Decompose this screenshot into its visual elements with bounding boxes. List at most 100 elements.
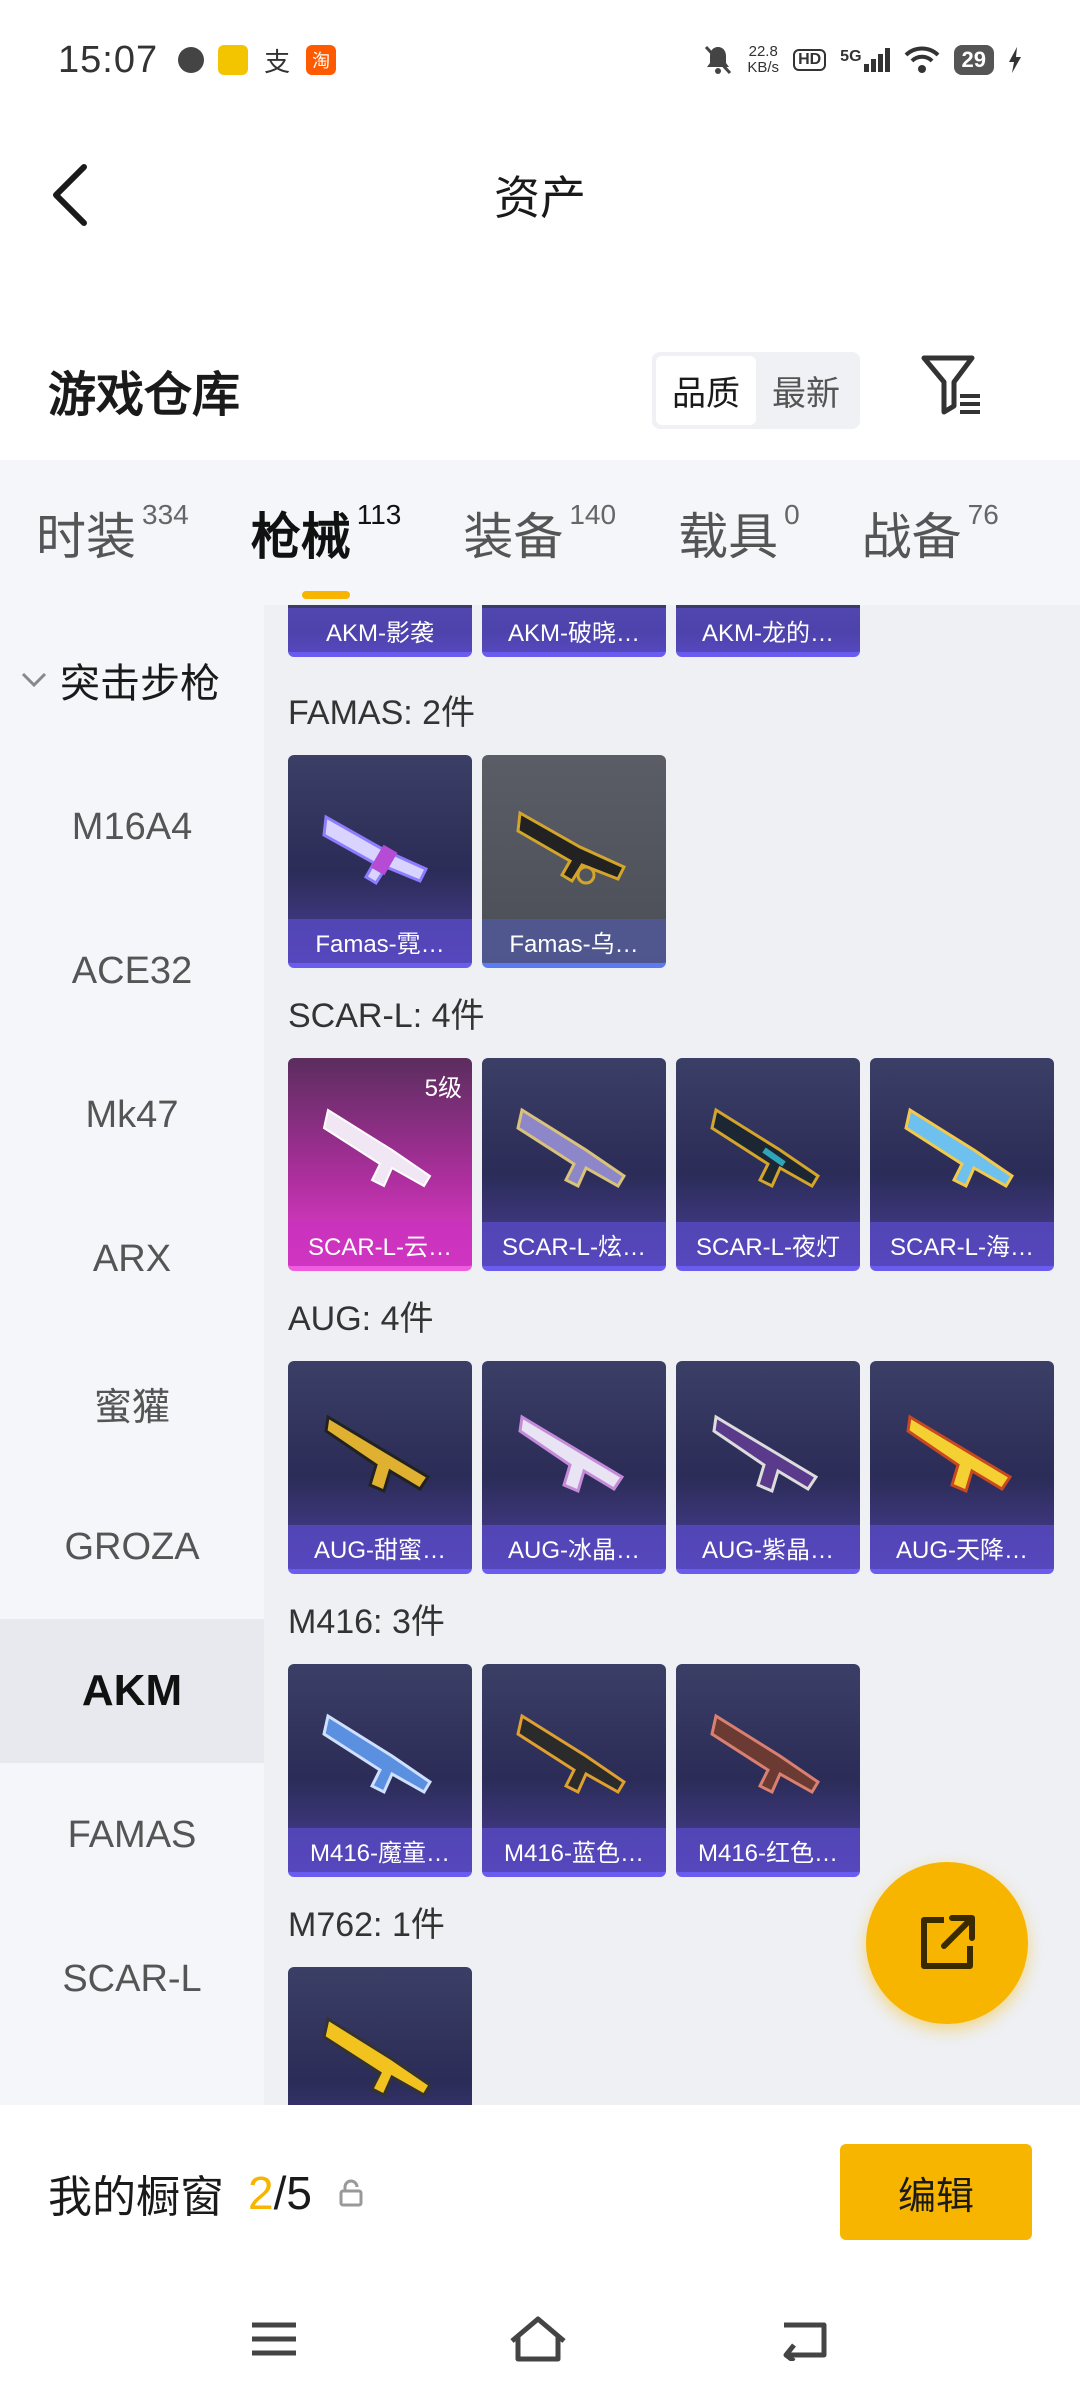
card-label: M416-蓝色… — [482, 1828, 666, 1872]
tab-equipment[interactable]: 装备 140 — [463, 497, 616, 569]
wallet-app-icon — [218, 45, 249, 75]
weapon-card[interactable]: M416-红色… — [676, 1664, 860, 1877]
tab-label: 载具 — [678, 508, 779, 565]
msg-app-icon — [178, 47, 205, 73]
tab-label: 时装 — [36, 508, 136, 565]
sidebar-group-assault-rifles[interactable]: 突击步枪 — [0, 605, 264, 755]
gun-icon — [906, 1414, 1013, 1494]
group-title-m416: M416: 3件 — [288, 1603, 445, 1641]
sort-toggle: 品质 最新 — [652, 352, 860, 429]
sidebar-item-honey-badger[interactable]: 蜜獾 — [0, 1331, 264, 1475]
weapon-card[interactable]: 5级 SCAR-L-云… — [288, 1058, 472, 1271]
charging-icon — [1009, 47, 1021, 73]
tab-fashion[interactable]: 时装 334 — [36, 497, 189, 569]
tab-count: 0 — [784, 498, 800, 530]
tab-battle-gear[interactable]: 战备 76 — [862, 497, 999, 569]
tab-firearms[interactable]: 枪械 113 — [251, 497, 402, 599]
lock-icon — [339, 2179, 363, 2207]
gun-icon — [516, 810, 627, 885]
sort-quality-option[interactable]: 品质 — [656, 356, 756, 425]
gun-icon — [322, 814, 429, 886]
card-label: AKM-龙的… — [676, 608, 860, 652]
card-label: Famas-乌… — [482, 919, 666, 963]
gun-icon — [710, 1107, 821, 1189]
weapon-card[interactable]: AUG-甜蜜… — [288, 1361, 472, 1574]
warehouse-header: 游戏仓库 品质 最新 — [0, 320, 1080, 460]
gun-icon — [324, 1414, 431, 1494]
showcase-current: 2 — [248, 2167, 274, 2219]
weapon-card[interactable]: SCAR-L-夜灯 — [676, 1058, 860, 1271]
card-label: Famas-霓… — [288, 919, 472, 963]
card-label: AUG-甜蜜… — [288, 1525, 472, 1569]
status-time: 15:07 — [58, 38, 159, 81]
sidebar-item-arx[interactable]: ARX — [0, 1187, 264, 1331]
cards-famas: Famas-霓… Famas-乌… — [288, 755, 666, 968]
back-arrow-icon — [53, 164, 87, 226]
share-fab-button[interactable] — [866, 1862, 1028, 2024]
filter-button[interactable] — [918, 350, 988, 420]
back-button[interactable] — [40, 155, 100, 235]
card-label: SCAR-L-炫… — [482, 1222, 666, 1266]
gun-icon — [322, 2016, 433, 2098]
gun-icon — [712, 1414, 819, 1494]
weapon-card[interactable]: Famas-霓… — [288, 755, 472, 968]
weapon-card[interactable]: M416-魔童… — [288, 1664, 472, 1877]
sidebar-item-m16a4[interactable]: M16A4 — [0, 755, 264, 899]
weapon-card[interactable]: M416-蓝色… — [482, 1664, 666, 1877]
weapon-card[interactable]: Famas-乌… — [482, 755, 666, 968]
tab-label: 战备 — [861, 508, 962, 565]
card-label: M416-魔童… — [288, 1828, 472, 1872]
system-nav-bar — [0, 2278, 1080, 2400]
weapon-card[interactable]: AUG-紫晶… — [676, 1361, 860, 1574]
tab-count: 76 — [967, 498, 999, 530]
weapon-card[interactable]: SCAR-L-炫… — [482, 1058, 666, 1271]
sort-newest-option[interactable]: 最新 — [756, 356, 856, 425]
sidebar-group-label: 突击步枪 — [60, 662, 220, 706]
weapon-card[interactable] — [288, 1967, 472, 2105]
cards-m762 — [288, 1967, 472, 2105]
weapon-card[interactable]: AUG-天降… — [870, 1361, 1054, 1574]
card-label: AKM-破晓… — [482, 608, 666, 652]
showcase-count: 2/5 — [248, 2166, 312, 2220]
card-label: AKM-影袭 — [288, 608, 472, 652]
card-label: AUG-天降… — [870, 1525, 1054, 1569]
showcase-bar: 我的橱窗 2/5 编辑 — [0, 2108, 1080, 2278]
net-speed-unit: KB/s — [747, 59, 780, 76]
status-bar: 15:07 支 淘 22.8 KB/s HD 5G 29 — [0, 0, 1080, 120]
sidebar-item-akm[interactable]: AKM — [0, 1619, 264, 1763]
edit-button[interactable]: 编辑 — [840, 2144, 1032, 2240]
weapon-card[interactable]: SCAR-L-海… — [870, 1058, 1054, 1271]
gun-icon — [518, 1414, 625, 1494]
net-speed: 22.8 KB/s — [747, 44, 779, 76]
tab-count: 140 — [569, 498, 617, 530]
group-title-famas: FAMAS: 2件 — [288, 694, 476, 732]
tab-count: 113 — [356, 498, 402, 530]
share-external-icon — [921, 1915, 975, 1969]
weapon-card[interactable]: AKM-影袭 — [288, 605, 472, 657]
tab-active-indicator — [302, 590, 351, 599]
sidebar-item-ace32[interactable]: ACE32 — [0, 899, 264, 1043]
back-nav-icon[interactable] — [778, 2317, 830, 2361]
weapon-card[interactable]: AKM-龙的… — [676, 605, 860, 657]
cards-m416: M416-魔童… M416-蓝色… M416-红色… — [288, 1664, 860, 1877]
sidebar-item-scar-l[interactable]: SCAR-L — [0, 1907, 264, 2051]
cards-scar-l: 5级 SCAR-L-云… SCAR-L-炫… SCAR-L-夜灯 SCAR-L-… — [288, 1058, 1054, 1271]
weapon-card[interactable]: AKM-破晓… — [482, 605, 666, 657]
cards-aug: AUG-甜蜜… AUG-冰晶… AUG-紫晶… AUG-天降… — [288, 1361, 1054, 1574]
menu-icon[interactable] — [250, 2319, 298, 2359]
alipay-icon: 支 — [264, 46, 291, 77]
tab-vehicles[interactable]: 载具 0 — [678, 497, 800, 569]
sidebar-item-groza[interactable]: GROZA — [0, 1475, 264, 1619]
card-label: AUG-冰晶… — [482, 1525, 666, 1569]
gun-icon — [322, 1108, 432, 1188]
weapon-card[interactable]: AUG-冰晶… — [482, 1361, 666, 1574]
sidebar-item-mk47[interactable]: Mk47 — [0, 1043, 264, 1187]
group-title-scar-l: SCAR-L: 4件 — [288, 997, 485, 1035]
title-bar: 资产 — [0, 120, 1080, 270]
home-icon[interactable] — [508, 2315, 568, 2363]
sidebar-item-famas[interactable]: FAMAS — [0, 1763, 264, 1907]
tab-label: 装备 — [463, 508, 564, 565]
category-tabs: 时装 334 枪械 113 装备 140 载具 0 战备 76 — [0, 460, 1080, 605]
gun-icon — [516, 1107, 627, 1189]
group-title-aug: AUG: 4件 — [288, 1300, 434, 1338]
